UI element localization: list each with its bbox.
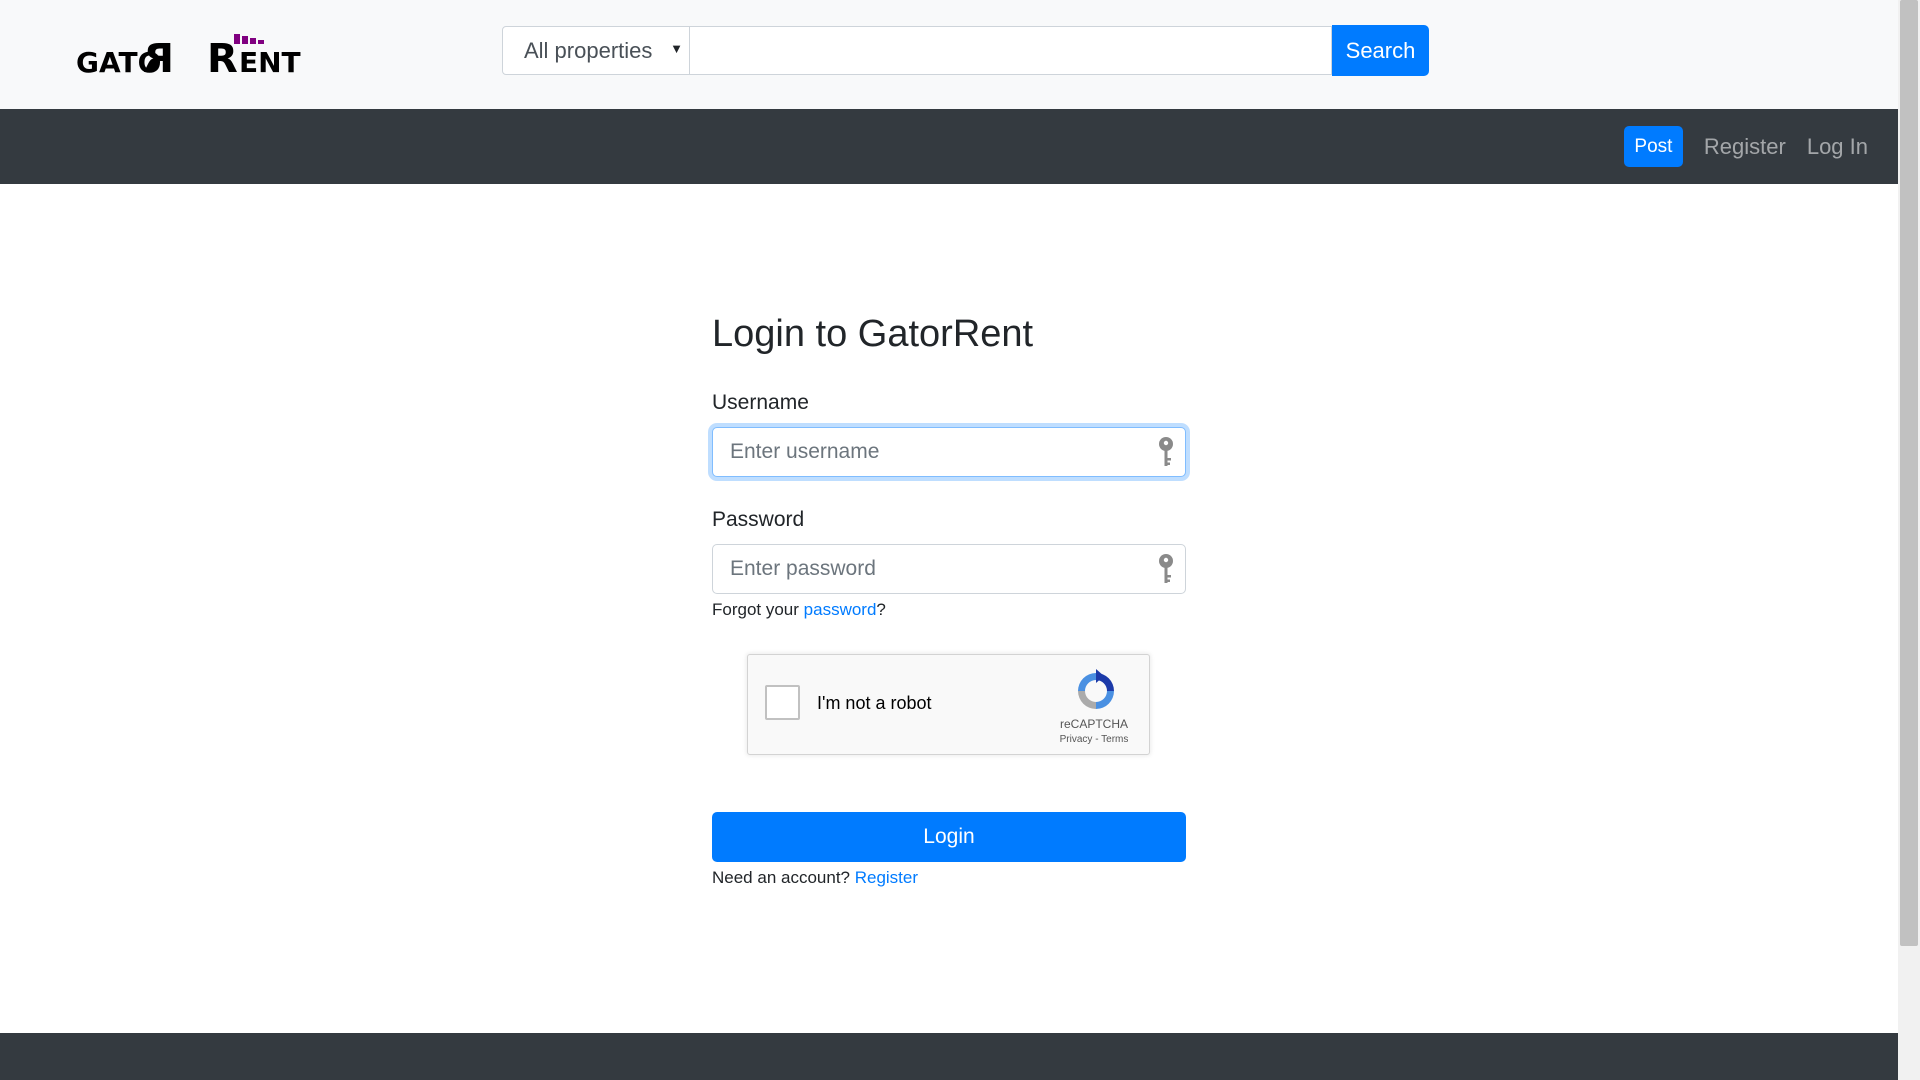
register-prompt: Need an account? Register — [712, 866, 1186, 890]
recaptcha-terms-link[interactable]: Terms — [1101, 734, 1128, 745]
username-field-wrapper — [712, 427, 1186, 477]
nav-register-link[interactable]: Register — [1704, 134, 1786, 160]
recaptcha-separator: - — [1092, 734, 1102, 745]
password-input[interactable] — [712, 544, 1186, 594]
login-button[interactable]: Login — [712, 812, 1186, 862]
top-header: GATO R R ENT All properties ▼ Search — [0, 0, 1898, 109]
recaptcha-widget: I'm not a robot reCAPTCHA Privacy - Term… — [747, 654, 1150, 755]
password-field-wrapper — [712, 544, 1186, 594]
logo-text-ent: ENT — [239, 46, 301, 78]
forgot-password-link[interactable]: password — [804, 600, 877, 619]
page-title: Login to GatorRent — [712, 313, 1034, 355]
category-select-value: All properties — [524, 37, 653, 63]
post-button[interactable]: Post — [1623, 126, 1683, 167]
recaptcha-brand: reCAPTCHA — [1059, 717, 1128, 731]
recaptcha-label: I'm not a robot — [817, 693, 932, 713]
forgot-suffix: ? — [876, 600, 886, 619]
search-button[interactable]: Search — [1332, 25, 1429, 76]
recaptcha-privacy-link[interactable]: Privacy — [1060, 734, 1093, 745]
username-input[interactable] — [712, 427, 1186, 477]
search-bar: All properties ▼ Search — [502, 25, 1429, 77]
key-icon[interactable] — [1156, 436, 1176, 470]
footer — [0, 1033, 1898, 1080]
logo-text-r: R — [207, 36, 238, 78]
search-input[interactable] — [690, 26, 1332, 75]
recaptcha-links: Privacy - Terms — [1038, 734, 1150, 745]
recaptcha-icon — [1078, 669, 1114, 709]
dropdown-caret-icon: ▼ — [670, 41, 683, 56]
forgot-password-text: Forgot your password? — [712, 598, 1186, 622]
scrollbar-thumb[interactable] — [1900, 0, 1918, 946]
account-prompt-text: Need an account? — [712, 868, 855, 887]
logo-bar-graphic — [234, 34, 264, 44]
login-form: Login to GatorRent Username Password For… — [712, 308, 1186, 890]
category-select[interactable]: All properties ▼ — [502, 26, 690, 75]
nav-links: Post Register Log In — [1623, 126, 1868, 167]
password-label: Password — [712, 508, 805, 531]
page-scrollbar[interactable] — [1898, 0, 1920, 1080]
recaptcha-checkbox[interactable] — [765, 685, 800, 720]
register-link[interactable]: Register — [855, 868, 918, 887]
key-icon[interactable] — [1156, 553, 1176, 587]
nav-login-link[interactable]: Log In — [1807, 134, 1868, 160]
forgot-prefix: Forgot your — [712, 600, 804, 619]
gatorrent-logo[interactable]: GATO R R ENT — [76, 34, 316, 78]
logo-text-mirrored-r: R — [143, 36, 174, 78]
username-label: Username — [712, 391, 809, 414]
main-navbar: Post Register Log In — [0, 109, 1898, 184]
